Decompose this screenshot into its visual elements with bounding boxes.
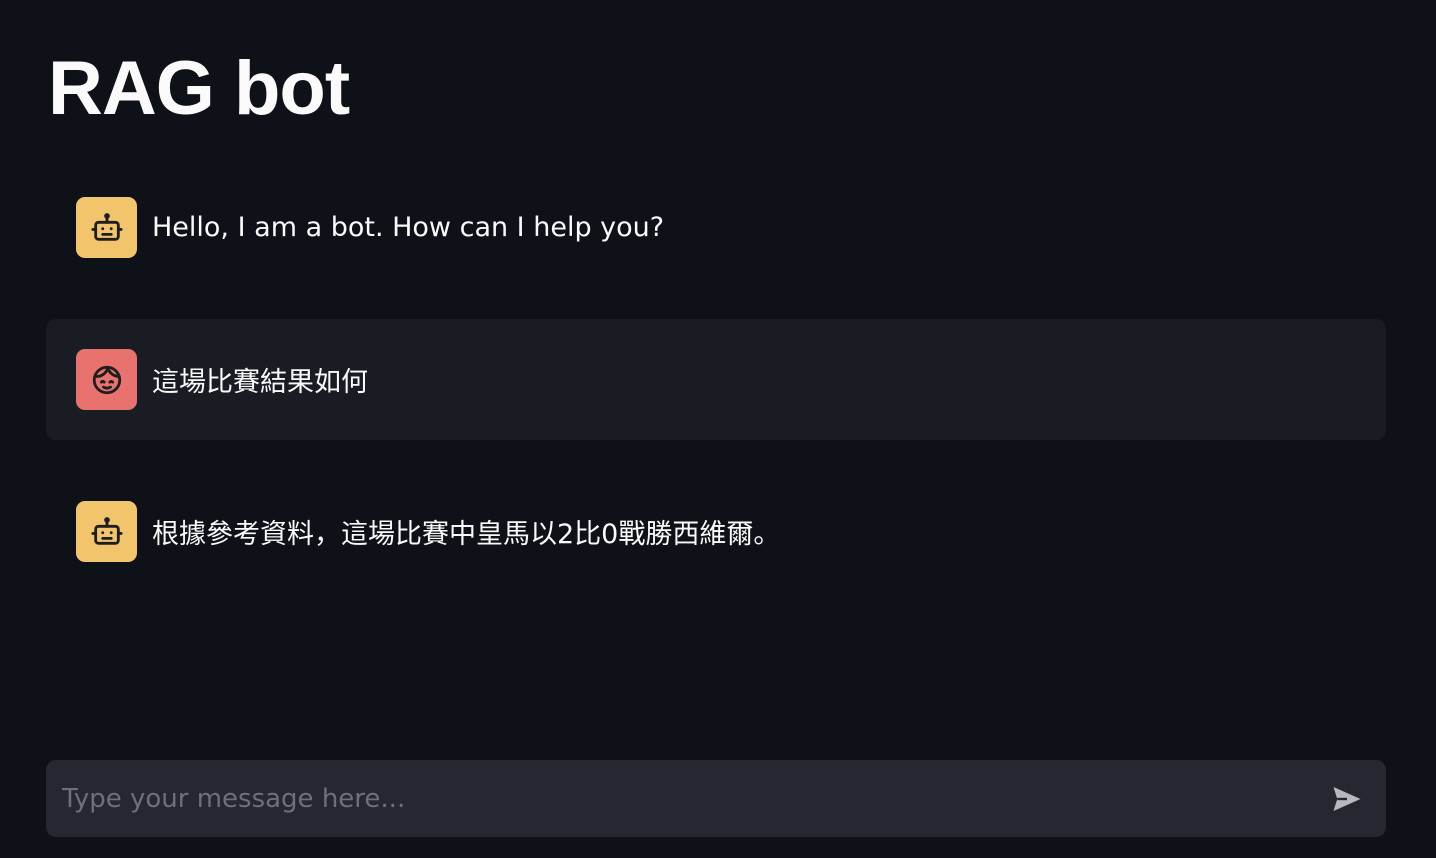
face-icon [90,363,124,397]
assistant-avatar [76,197,137,258]
page-title: RAG bot [48,46,350,131]
send-button[interactable] [1326,778,1368,820]
message-text: 根據參考資料，這場比賽中皇馬以2比0戰勝西維爾。 [152,519,781,550]
user-avatar [76,349,137,410]
chat-message-assistant: 根據參考資料，這場比賽中皇馬以2比0戰勝西維爾。 [46,471,1386,592]
chat-input[interactable] [62,760,1302,837]
chat-input-bar [46,760,1386,837]
message-text: Hello, I am a bot. How can I help you? [152,212,665,243]
assistant-avatar [76,501,137,562]
send-icon [1329,781,1365,817]
robot-icon [90,515,124,549]
message-text: 這場比賽結果如何 [152,367,368,398]
chat-app: RAG bot Hello, I am a bot. How can I hel… [0,0,1436,858]
robot-icon [90,211,124,245]
chat-message-user: 這場比賽結果如何 [46,319,1386,440]
chat-message-assistant: Hello, I am a bot. How can I help you? [46,167,1386,288]
